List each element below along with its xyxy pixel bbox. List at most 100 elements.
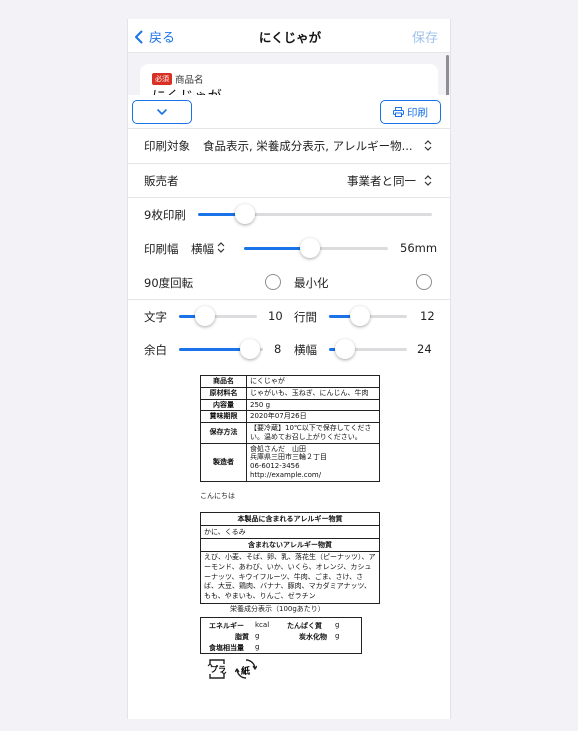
margin-label: 余白 [144, 343, 167, 357]
printer-icon [393, 107, 404, 117]
slider-knob[interactable] [234, 204, 255, 224]
label-value: 2020年07月26日 [246, 410, 380, 423]
label-note: こんにちは [200, 492, 235, 500]
table-row: 商品名 にくじゃが [200, 375, 380, 388]
divider [128, 128, 450, 129]
slider-knob[interactable] [350, 306, 371, 326]
up-down-chevron-icon [424, 140, 432, 151]
allergy-contains: かに、くるみ [201, 526, 379, 539]
label-value: 食処さんだ 山田 兵庫県三田市三輪２丁目 06-6012-3456 http://ex… [246, 442, 380, 482]
required-badge: 必須 [152, 73, 172, 85]
allergy-not-list: えび、小麦、そば、卵、乳、落花生（ピーナッツ）、アーモンド、あわび、いか、いくら… [204, 553, 376, 601]
label-value: にくじゃが [246, 375, 380, 388]
minimize-radio[interactable] [416, 274, 432, 290]
label-key: 内容量 [200, 398, 247, 412]
font-size-value: 10 [268, 309, 283, 323]
product-name-card: 必須 商品名 にくじゃが [140, 64, 438, 99]
paper-mark-label: 紙 [241, 667, 251, 677]
save-button[interactable]: 保存 [412, 27, 438, 46]
page-title: にくじゃが [258, 30, 322, 45]
paper-recycle-icon: 紙 [234, 658, 258, 680]
navigation-bar: 戻る にくじゃが 保存 [128, 19, 450, 53]
width-mode-select[interactable]: 横幅 [191, 241, 225, 257]
margin-value: 8 [274, 342, 282, 356]
print-width-value: 56mm [400, 241, 438, 255]
sheets-slider[interactable] [198, 203, 432, 225]
print-settings-panel: 印刷 印刷対象 食品表示, 栄養成分表示, アレルギー物... 販売者 事業者と… [128, 95, 450, 719]
divider [128, 163, 450, 164]
label-value: 250 g [246, 398, 380, 412]
sheets-label: 9枚印刷 [144, 208, 186, 222]
print-button-label: 印刷 [407, 106, 428, 119]
label-value: 【要冷蔵】10℃以下で保存してください。温めてお召し上がりください。 [246, 422, 380, 444]
seller-value: 事業者と同一 [347, 174, 416, 188]
food-label-table: 商品名 にくじゃが 原材料名 じゃがいも、玉ねぎ、にんじん、牛肉 内容量 250 g … [200, 375, 380, 482]
print-target-value: 食品表示, 栄養成分表示, アレルギー物... [203, 139, 413, 153]
slider-knob[interactable] [239, 339, 260, 359]
energy-unit: kcal [255, 621, 270, 629]
divider [128, 197, 450, 198]
protein-label: たんぱく質 [287, 622, 322, 630]
print-target-label: 印刷対象 [144, 139, 190, 153]
slider-knob[interactable] [300, 238, 321, 258]
product-name-label: 商品名 [175, 75, 204, 86]
label-value: じゃがいも、玉ねぎ、にんじん、牛肉 [246, 386, 380, 400]
label-key: 賞味期限 [200, 410, 247, 423]
line-spacing-label: 行間 [294, 310, 317, 324]
label-width-label: 横幅 [294, 343, 317, 357]
fat-unit: g [255, 632, 260, 640]
allergy-table: 本製品に含まれるアレルギー物質 かに、くるみ 含まれないアレルギー物質 えび、小… [200, 512, 380, 604]
table-row: 保存方法 【要冷蔵】10℃以下で保存してください。温めてお召し上がりください。 [200, 422, 380, 444]
table-row: 原材料名 じゃがいも、玉ねぎ、にんじん、牛肉 [200, 386, 380, 400]
carb-unit: g [335, 632, 340, 640]
maker-line: 兵庫県三田市三輪２丁目 [250, 453, 327, 462]
allergy-contains-title: 本製品に含まれるアレルギー物質 [201, 513, 379, 526]
salt-unit: g [255, 643, 260, 651]
salt-label: 食塩相当量 [209, 644, 244, 652]
print-button[interactable]: 印刷 [380, 100, 441, 124]
maker-line: 06-6012-3456 [250, 462, 300, 470]
product-form-background: 必須 商品名 にくじゃが [128, 53, 450, 99]
label-width-slider[interactable] [329, 338, 407, 360]
label-key: 保存方法 [200, 422, 247, 444]
label-key: 製造者 [200, 442, 247, 482]
table-row: 製造者 食処さんだ 山田 兵庫県三田市三輪２丁目 06-6012-3456 http:/… [200, 442, 380, 482]
energy-label: エネルギー [209, 622, 244, 630]
label-key: 原材料名 [200, 386, 247, 400]
margin-slider[interactable] [179, 338, 263, 360]
label-key: 商品名 [200, 375, 247, 388]
print-width-slider[interactable] [244, 237, 388, 259]
plastic-mark-label: プラ [210, 665, 226, 674]
protein-unit: g [335, 621, 340, 629]
scrollbar[interactable] [446, 55, 449, 97]
font-size-slider[interactable] [179, 305, 257, 327]
slider-knob[interactable] [194, 306, 215, 326]
rotate-radio[interactable] [265, 274, 281, 290]
label-width-value: 24 [417, 342, 432, 356]
table-row: 内容量 250 g [200, 398, 380, 412]
minimize-label: 最小化 [294, 276, 329, 290]
divider [128, 299, 450, 300]
maker-line: http://example.com/ [250, 470, 322, 479]
nutrition-title: 栄養成分表示（100gあたり） [230, 605, 325, 613]
nutrition-table: エネルギー kcal たんぱく質 g 脂質 g 炭水化物 g 食塩相当量 g [200, 617, 362, 654]
line-spacing-value: 12 [420, 309, 435, 323]
chevron-down-icon [157, 109, 167, 115]
maker-line: 食処さんだ 山田 [250, 444, 306, 453]
collapse-panel-button[interactable] [132, 100, 192, 124]
carb-label: 炭水化物 [299, 633, 327, 641]
line-spacing-slider[interactable] [329, 305, 407, 327]
table-row: 賞味期限 2020年07月26日 [200, 410, 380, 423]
fat-label: 脂質 [235, 633, 249, 641]
slider-knob[interactable] [334, 339, 355, 359]
allergy-not-title: 含まれないアレルギー物質 [201, 539, 379, 552]
print-width-label: 印刷幅 [144, 242, 179, 256]
font-size-label: 文字 [144, 310, 167, 324]
up-down-chevron-icon [424, 175, 432, 186]
width-mode-value: 横幅 [191, 242, 214, 256]
up-down-chevron-icon [217, 242, 225, 253]
seller-label: 販売者 [144, 174, 179, 188]
app-window: 戻る にくじゃが 保存 必須 商品名 にくじゃが 印刷 印刷対象 食品表示, 栄… [127, 19, 451, 719]
rotate-label: 90度回転 [144, 276, 194, 290]
plastic-recycle-icon: プラ [206, 658, 228, 680]
